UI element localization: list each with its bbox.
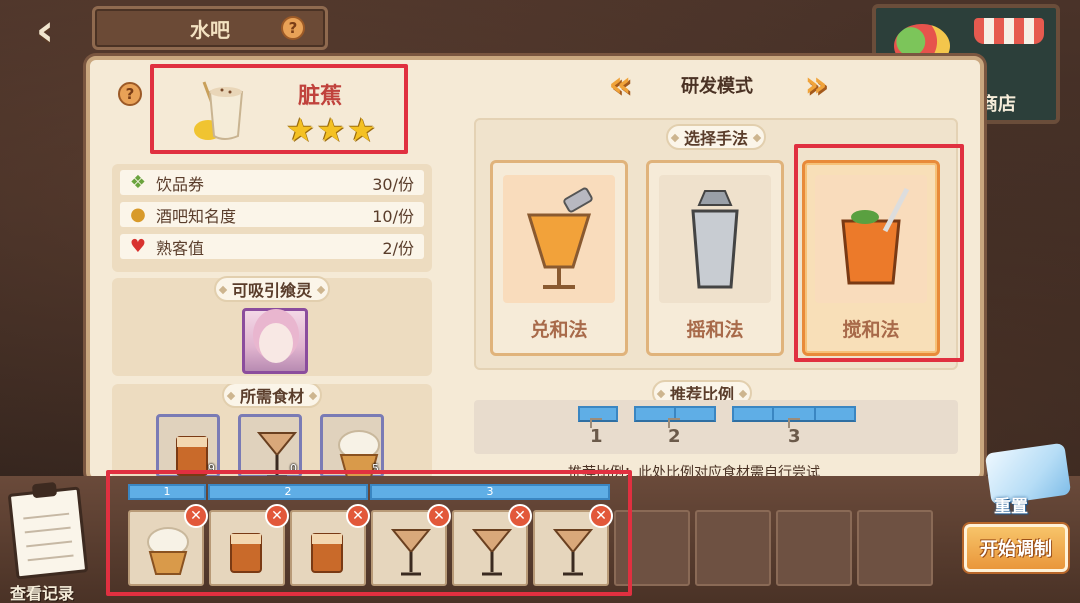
martini-icon [552,529,594,576]
banana-milk-drink-icon [194,81,244,140]
stat-label: 熟客值 [156,238,205,258]
ratio-num: 1 [590,426,603,447]
title-help-button[interactable]: ? [281,16,305,40]
build-glass-icon [503,175,615,303]
ratio-num: 3 [788,426,801,447]
remove-slot-button[interactable]: ✕ [427,504,451,528]
mix-slot[interactable]: ✕ [128,504,208,586]
research-column: « 研发模式 » 选择手法 兑和法 摇和法 搅和法 推荐比例 1 2 3 推荐比… [452,64,964,481]
remove-slot-button[interactable]: ✕ [508,504,532,528]
ratio-diagram: 1 2 3 [474,400,958,454]
spirit-avatar[interactable] [242,308,308,374]
page-title: 水吧 [190,17,230,42]
ratio-num: 2 [668,426,681,447]
iced-drink-icon [311,533,343,573]
stat-value: 10/份 [372,206,414,226]
drink-help-button[interactable]: ? [118,82,142,106]
ingredient-count: 5 [372,462,379,475]
remove-slot-button[interactable]: ✕ [589,504,613,528]
stat-row: ● 酒吧知名度 10/份 [120,202,424,227]
iced-drink-icon [230,533,262,573]
mix-slot-empty[interactable] [614,510,690,586]
ingredient-slot[interactable]: 0 [238,414,302,479]
stat-row: ♥ 熟客值 2/份 [120,234,424,259]
stats-list: ❖ 饮品券 30/份 ● 酒吧知名度 10/份 ♥ 熟客值 2/份 [112,164,432,272]
shaker-icon [659,175,771,303]
technique-card-build[interactable]: 兑和法 [490,160,628,356]
coin-icon: ● [130,203,146,225]
stat-value: 2/份 [382,238,414,258]
mix-slot[interactable]: ✕ [290,504,370,586]
back-button[interactable]: ‹ [10,5,80,56]
drink-info-column: ? 脏蕉 ★ ★ ★ ❖ 饮品券 30/份 ● 酒吧知名度 10/份 ♥ 熟客值… [110,64,436,480]
stat-value: 30/份 [372,174,414,194]
view-record-button[interactable]: 查看记录 [0,482,104,603]
mix-slot-empty[interactable] [776,510,852,586]
mix-slot[interactable]: ✕ [209,504,289,586]
ingredient-count: 0 [290,462,297,475]
ingredients-title: 所需食材 [221,384,323,408]
title-sign: 水吧 ? [92,6,328,50]
martini-icon [390,529,432,576]
technique-label: 兑和法 [530,319,588,341]
star-icon: ★ [286,111,315,149]
drink-name: 脏蕉 [298,84,343,109]
remove-slot-button[interactable]: ✕ [346,504,370,528]
spirit-section: 可吸引飨灵 [112,276,432,376]
drink-rating: ★ ★ ★ [286,114,376,146]
stat-label: 酒吧知名度 [156,206,237,226]
ingredient-count: 9 [208,462,215,475]
drink-hero: 脏蕉 ★ ★ ★ [168,68,420,150]
stirred-drink-icon [815,175,927,303]
heart-icon: ♥ [129,235,147,257]
shop-label: 商店 [980,94,1016,115]
shop-awning-icon [974,18,1044,44]
sequence-group: 3 [370,484,610,500]
clipboard-icon [7,486,89,580]
ingredients-section: 所需食材 9 0 5 [112,384,432,480]
technique-card-stir[interactable]: 搅和法 [802,160,940,356]
technique-title: 选择手法 [665,124,767,150]
ingredient-slot[interactable]: 5 [320,414,384,478]
remove-slot-button[interactable]: ✕ [265,504,289,528]
martini-icon [471,529,513,576]
technique-card-shake[interactable]: 摇和法 [646,160,784,356]
mix-slot-empty[interactable] [857,510,933,586]
next-mode-icon[interactable]: » [794,64,838,105]
cream-cupcake-icon [147,527,189,575]
technique-label: 搅和法 [842,319,900,341]
star-icon: ★ [316,111,346,149]
ingredient-slot[interactable]: 9 [156,414,220,478]
start-mixing-button[interactable]: 开始调制 [964,524,1068,572]
mix-slot-empty[interactable] [695,510,771,586]
view-record-label: 查看记录 [10,584,75,603]
technique-label: 摇和法 [686,319,744,341]
star-icon: ★ [347,111,377,149]
mix-slot[interactable]: ✕ [452,504,532,586]
stat-row: ❖ 饮品券 30/份 [120,170,424,195]
remove-slot-button[interactable]: ✕ [184,504,208,528]
sequence-group: 1 [128,484,206,500]
spirit-title: 可吸引飨灵 [213,276,331,302]
mix-slot[interactable]: ✕ [533,504,613,586]
sequence-bar: 1 2 3 [128,484,610,500]
technique-section: 选择手法 兑和法 摇和法 搅和法 [474,118,958,370]
ticket-icon: ❖ [129,171,147,193]
back-arrow-icon: ‹ [35,4,55,56]
bar-panel: ? 脏蕉 ★ ★ ★ ❖ 饮品券 30/份 ● 酒吧知名度 10/份 ♥ 熟客值… [86,56,984,482]
reset-button[interactable]: 重置 [968,492,1054,522]
mix-slot[interactable]: ✕ [371,504,451,586]
stat-label: 饮品券 [156,174,205,194]
sequence-group: 2 [208,484,368,500]
